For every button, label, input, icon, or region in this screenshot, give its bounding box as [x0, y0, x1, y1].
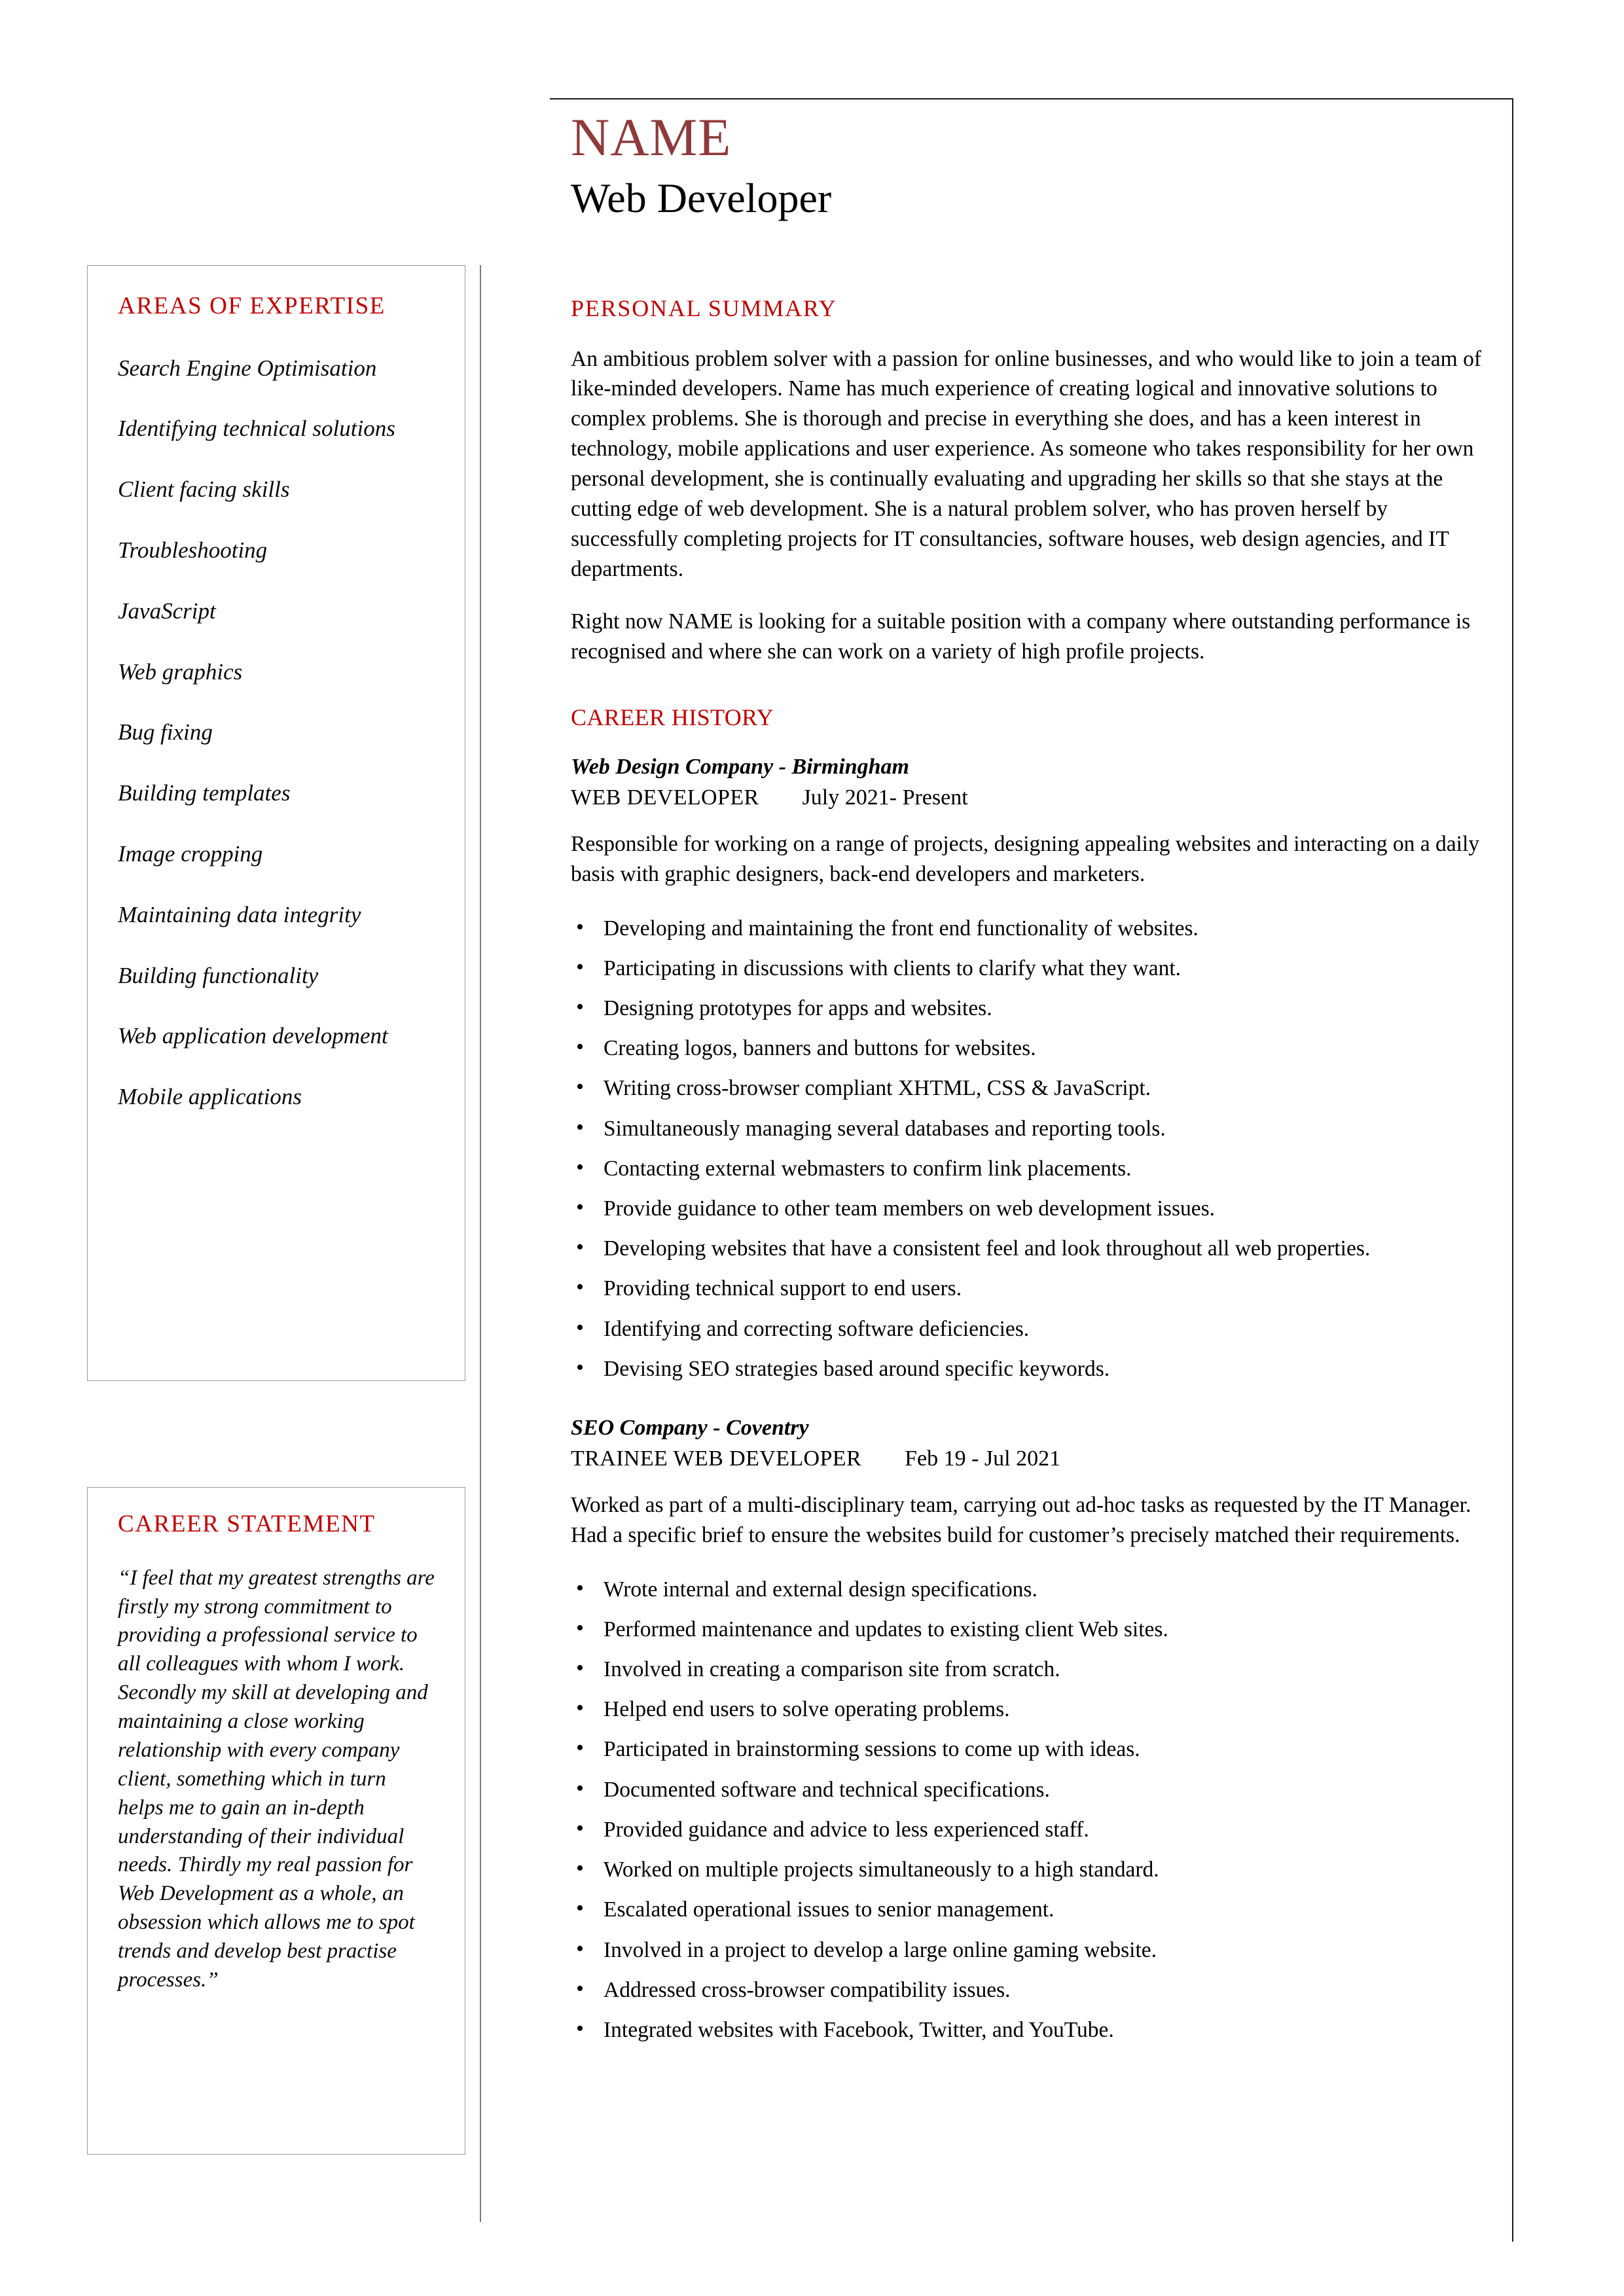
duty-item: Devising SEO strategies based around spe… — [571, 1353, 1487, 1384]
personal-summary-heading: PERSONAL SUMMARY — [571, 295, 837, 321]
skill-item: Mobile applications — [118, 1084, 302, 1110]
duty-item: Documented software and technical specif… — [571, 1774, 1487, 1804]
areas-of-expertise-heading: AREAS OF EXPERTISE — [118, 293, 386, 319]
duty-item: Identifying and correcting software defi… — [571, 1313, 1487, 1344]
column-divider-line — [480, 265, 481, 2222]
job-company: Web Design Company - Birmingham — [571, 755, 909, 780]
job-duties-list: Wrote internal and external design speci… — [571, 1573, 1487, 2045]
duty-item: Provide guidance to other team members o… — [571, 1193, 1487, 1223]
career-statement-text: “I feel that my greatest strengths are f… — [118, 1566, 435, 1992]
duty-item: Provided guidance and advice to less exp… — [571, 1814, 1487, 1844]
duty-item: Integrated websites with Facebook, Twitt… — [571, 2014, 1487, 2045]
job-entry: SEO Company - Coventry TRAINEE WEB DEVEL… — [571, 1415, 1487, 2045]
duty-item: Contacting external webmasters to confir… — [571, 1153, 1487, 1183]
duty-item: Providing technical support to end users… — [571, 1272, 1487, 1303]
job-role: TRAINEE WEB DEVELOPER — [571, 1446, 862, 1471]
duty-item: Involved in a project to develop a large… — [571, 1934, 1487, 1965]
job-entry: Web Design Company - Birmingham WEB DEVE… — [571, 754, 1487, 1384]
duty-item: Wrote internal and external design speci… — [571, 1573, 1487, 1604]
job-role: WEB DEVELOPER — [571, 785, 759, 810]
job-role-line: TRAINEE WEB DEVELOPER Feb 19 - Jul 2021 — [571, 1444, 1487, 1473]
career-statement-box: CAREER STATEMENT “I feel that my greates… — [87, 1487, 465, 2155]
skill-item: Client facing skills — [118, 476, 290, 503]
career-history-heading: CAREER HISTORY — [571, 704, 774, 730]
candidate-job-title: Web Developer — [571, 174, 832, 221]
personal-summary-paragraph: Right now NAME is looking for a suitable… — [571, 609, 1471, 664]
skill-item: JavaScript — [118, 598, 216, 624]
main-frame-right-border — [1512, 98, 1513, 2242]
skill-item: Building templates — [118, 780, 291, 806]
duty-item: Escalated operational issues to senior m… — [571, 1893, 1487, 1924]
areas-of-expertise-box: AREAS OF EXPERTISE Search Engine Optimis… — [87, 265, 465, 1381]
duty-item: Creating logos, banners and buttons for … — [571, 1032, 1487, 1063]
skill-item: Troubleshooting — [118, 537, 268, 564]
duty-item: Writing cross-browser compliant XHTML, C… — [571, 1072, 1487, 1103]
skill-item: Image cropping — [118, 841, 263, 867]
duty-item: Helped end users to solve operating prob… — [571, 1693, 1487, 1724]
skill-item: Search Engine Optimisation — [118, 355, 377, 381]
job-duties-list: Developing and maintaining the front end… — [571, 912, 1487, 1384]
job-summary: Worked as part of a multi-disciplinary t… — [571, 1493, 1471, 1548]
job-dates: July 2021- Present — [802, 785, 968, 810]
skill-item: Building functionality — [118, 962, 319, 988]
duty-item: Developing and maintaining the front end… — [571, 912, 1487, 943]
skill-item: Identifying technical solutions — [118, 416, 395, 442]
main-frame-top-border — [550, 98, 1513, 99]
skill-item: Maintaining data integrity — [118, 901, 361, 927]
sidebar: AREAS OF EXPERTISE Search Engine Optimis… — [87, 265, 465, 2155]
job-dates: Feb 19 - Jul 2021 — [905, 1446, 1061, 1471]
duty-item: Developing websites that have a consiste… — [571, 1232, 1487, 1263]
skill-item: Bug fixing — [118, 719, 213, 745]
duty-item: Designing prototypes for apps and websit… — [571, 992, 1487, 1023]
personal-summary-paragraph: An ambitious problem solver with a passi… — [571, 346, 1481, 581]
duty-item: Participating in discussions with client… — [571, 952, 1487, 983]
skill-item: Web application development — [118, 1023, 388, 1049]
job-role-line: WEB DEVELOPER July 2021- Present — [571, 783, 1487, 812]
duty-item: Worked on multiple projects simultaneous… — [571, 1854, 1487, 1884]
duty-item: Simultaneously managing several database… — [571, 1113, 1487, 1143]
cv-header: NAME Web Developer — [571, 110, 1487, 222]
job-summary: Responsible for working on a range of pr… — [571, 832, 1480, 887]
duty-item: Participated in brainstorming sessions t… — [571, 1733, 1487, 1764]
duty-item: Involved in creating a comparison site f… — [571, 1653, 1487, 1684]
skill-item: Web graphics — [118, 658, 243, 685]
main-content: PERSONAL SUMMARY An ambitious problem so… — [571, 295, 1487, 2045]
cv-page: NAME Web Developer AREAS OF EXPERTISE Se… — [0, 0, 1624, 2296]
career-statement-heading: CAREER STATEMENT — [118, 1511, 376, 1537]
candidate-name: NAME — [571, 107, 732, 167]
duty-item: Performed maintenance and updates to exi… — [571, 1613, 1487, 1644]
duty-item: Addressed cross-browser compatibility is… — [571, 1974, 1487, 2005]
job-company: SEO Company - Coventry — [571, 1416, 809, 1441]
